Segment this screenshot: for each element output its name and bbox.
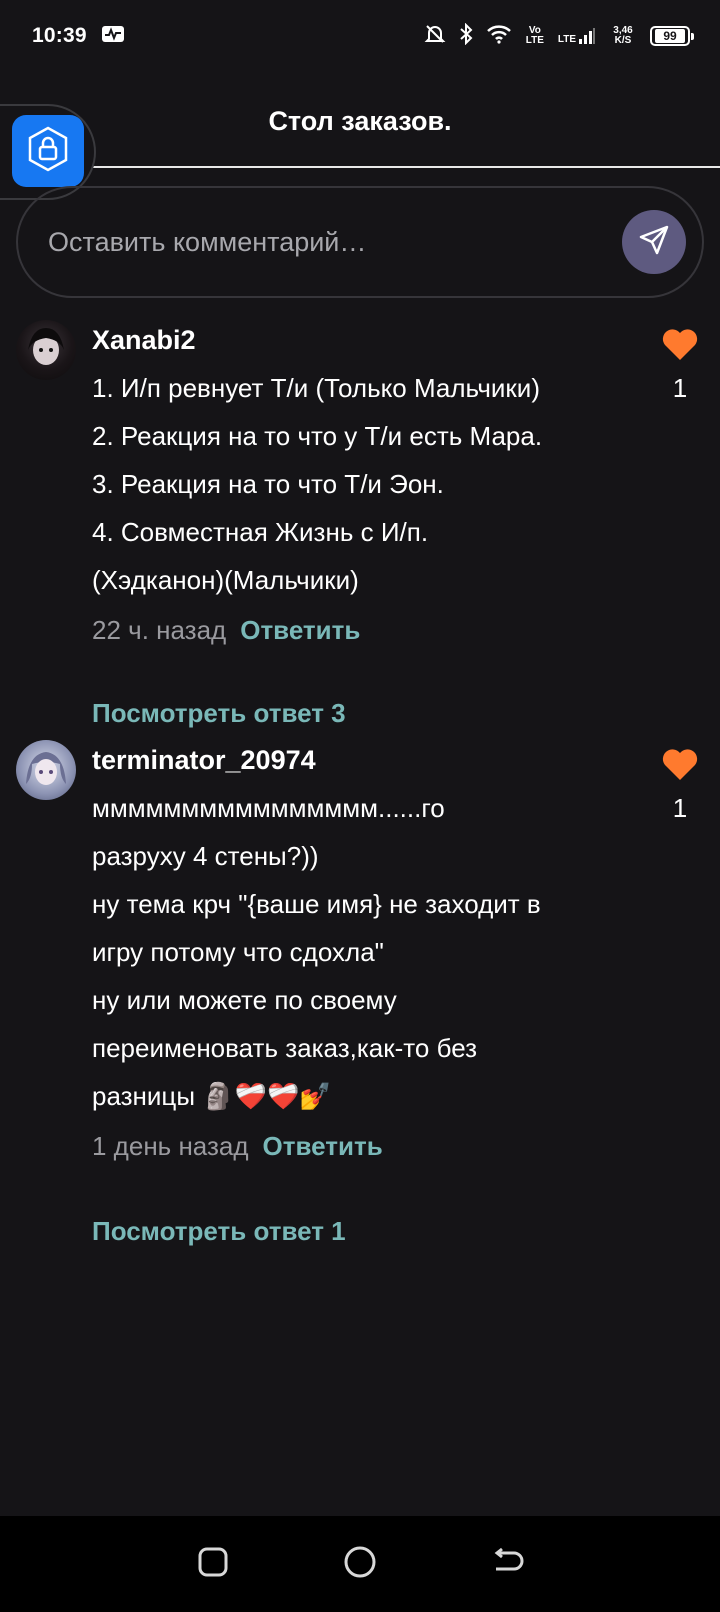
comment-meta: 1 день назад Ответить [92, 1122, 652, 1170]
like-count: 1 [672, 793, 688, 823]
reply-button[interactable]: Ответить [263, 1131, 383, 1161]
reply-button[interactable]: Ответить [240, 615, 360, 645]
heart-icon[interactable] [660, 749, 700, 786]
avatar[interactable] [16, 740, 76, 800]
back-arrow-icon [490, 1547, 524, 1582]
status-bar: 10:39 Vo LTE LTE 3,46 K/S 99 [0, 0, 720, 72]
comment-text-line: (Хэдканон)(Мальчики) [92, 565, 359, 595]
send-button[interactable] [622, 210, 686, 274]
comment-text-line: мммммммммммммммм......го [92, 793, 445, 823]
lock-button[interactable] [12, 115, 84, 187]
bluetooth-icon [458, 22, 474, 50]
comment-username[interactable]: terminator_20974 [92, 736, 652, 784]
battery-level: 99 [655, 29, 685, 43]
comment-text-line: 4. Совместная Жизнь с И/п. [92, 517, 429, 547]
comment-timestamp: 22 ч. назад [92, 615, 227, 645]
like-group: 1 [658, 326, 702, 404]
battery-indicator: 99 [650, 26, 694, 46]
comment-text-line: игру потому что сдохла" [92, 937, 384, 967]
page-header: Стол заказов. [0, 90, 720, 168]
comment-body: terminator_20974 мммммммммммммммм......г… [92, 736, 652, 1170]
recent-apps-button[interactable] [193, 1544, 233, 1584]
bell-off-icon [424, 23, 446, 50]
comment-text-line: 3. Реакция на то что Т/и Эон. [92, 469, 444, 499]
lte-label: LTE [557, 34, 576, 45]
home-button[interactable] [340, 1544, 380, 1584]
back-button[interactable] [487, 1544, 527, 1584]
comment-text-line: переименовать заказ,как-то без [92, 1033, 478, 1063]
page-title: Стол заказов. [268, 105, 452, 136]
comment-meta: 22 ч. назад Ответить [92, 606, 652, 654]
comment-text-line: ну тема крч "{ваше имя} не заходит в [92, 889, 541, 919]
comment-timestamp: 1 день назад [92, 1131, 249, 1161]
comment-text-line: разруху 4 стены?)) [92, 841, 319, 871]
heart-icon[interactable] [660, 329, 700, 366]
comment-text-line: ну или можете по своему [92, 985, 397, 1015]
signal-icon: LTE [558, 27, 596, 45]
comment-text-line: 2. Реакция на то что у Т/и есть Мара. [92, 421, 543, 451]
volte-indicator: Vo LTE [525, 25, 544, 46]
lock-icon [26, 126, 70, 177]
avatar[interactable] [16, 320, 76, 380]
comment-input[interactable] [48, 226, 622, 258]
comment-text-line: 1. И/п ревнует Т/и (Только Мальчики) [92, 373, 540, 403]
square-icon [197, 1546, 229, 1583]
system-nav-bar [0, 1516, 720, 1612]
circle-icon [343, 1545, 377, 1584]
comment-text-line: разницы 🗿❤️‍🩹❤️‍🩹💅 [92, 1081, 332, 1111]
wifi-icon [486, 24, 512, 49]
clock: 10:39 [32, 24, 87, 47]
network-speed: 3,46 K/S [613, 25, 633, 46]
send-icon [637, 223, 671, 262]
view-replies-button[interactable]: Посмотреть ответ 3 [92, 698, 346, 729]
view-replies-button[interactable]: Посмотреть ответ 1 [92, 1216, 346, 1247]
like-group: 1 [658, 746, 702, 824]
like-count: 1 [672, 373, 688, 403]
comment-username[interactable]: Xanabi2 [92, 316, 652, 364]
activity-icon [101, 25, 125, 48]
comment-body: Xanabi2 1. И/п ревнует Т/и (Только Мальч… [92, 316, 652, 654]
comment-bar [16, 186, 704, 298]
